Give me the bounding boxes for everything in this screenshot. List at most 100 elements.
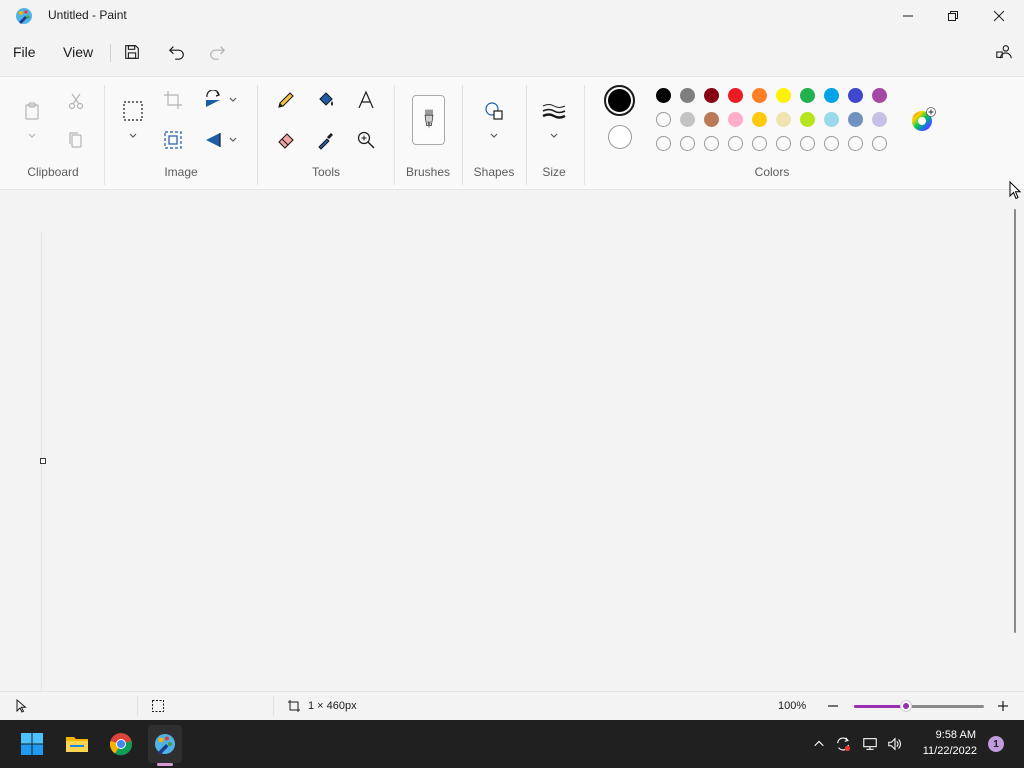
- canvas-area[interactable]: [0, 181, 1024, 691]
- color-swatch[interactable]: [704, 112, 719, 127]
- custom-color-slot[interactable]: [872, 136, 887, 151]
- color-swatch[interactable]: [872, 88, 887, 103]
- color-swatch[interactable]: [728, 112, 743, 127]
- undo-button[interactable]: [167, 42, 187, 62]
- save-icon: [125, 45, 139, 59]
- color-swatch[interactable]: [848, 112, 863, 127]
- custom-color-slot[interactable]: [728, 136, 743, 151]
- show-hidden-icons-button[interactable]: [810, 735, 828, 753]
- custom-color-slot[interactable]: [776, 136, 791, 151]
- redo-icon: [210, 46, 226, 60]
- view-menu[interactable]: View: [63, 44, 93, 60]
- custom-color-slot[interactable]: [848, 136, 863, 151]
- color-swatch[interactable]: [824, 112, 839, 127]
- notification-badge[interactable]: 1: [988, 736, 1004, 752]
- file-explorer-taskbar-button[interactable]: [63, 730, 91, 758]
- custom-color-slot[interactable]: [800, 136, 815, 151]
- account-button[interactable]: [994, 42, 1014, 62]
- custom-color-slot[interactable]: [704, 136, 719, 151]
- color-swatch[interactable]: [800, 88, 815, 103]
- flip-chevron-icon[interactable]: [228, 135, 238, 145]
- ribbon-separator: [257, 85, 258, 185]
- selection-size-icon: [152, 700, 164, 712]
- undo-icon: [168, 46, 184, 60]
- paste-button[interactable]: [18, 97, 46, 125]
- crop-button[interactable]: [159, 86, 187, 114]
- color-swatch[interactable]: [680, 112, 695, 127]
- redo-button[interactable]: [207, 42, 227, 62]
- custom-color-slot[interactable]: [656, 136, 671, 151]
- canvas-resize-handle[interactable]: [40, 458, 46, 464]
- start-button[interactable]: [18, 730, 46, 758]
- flip-button[interactable]: [199, 126, 227, 154]
- cut-button[interactable]: [62, 87, 90, 115]
- minimize-button[interactable]: [885, 0, 931, 32]
- text-tool[interactable]: [352, 86, 380, 114]
- size-chevron-icon[interactable]: [549, 131, 559, 141]
- zoom-slider-thumb[interactable]: [900, 700, 912, 712]
- color-swatch[interactable]: [656, 88, 671, 103]
- paste-chevron-icon[interactable]: [27, 131, 37, 141]
- color-swatch[interactable]: [680, 88, 695, 103]
- account-icon: [996, 45, 1012, 59]
- ribbon: Clipboard Image Tools Brushes Shapes Siz…: [0, 76, 1024, 190]
- pencil-tool[interactable]: [272, 86, 300, 114]
- active-app-indicator: [157, 763, 173, 766]
- size-button[interactable]: [540, 97, 568, 125]
- chrome-taskbar-button[interactable]: [107, 730, 135, 758]
- color-swatch[interactable]: [728, 88, 743, 103]
- color-swatch[interactable]: [752, 88, 767, 103]
- vertical-scrollbar[interactable]: [1014, 209, 1016, 633]
- color-swatch[interactable]: [752, 112, 767, 127]
- color-picker-tool[interactable]: [312, 126, 340, 154]
- close-button[interactable]: [976, 0, 1022, 32]
- shapes-chevron-icon[interactable]: [489, 131, 499, 141]
- color-swatch[interactable]: [800, 112, 815, 127]
- zoom-out-icon[interactable]: [827, 700, 839, 712]
- eraser-tool[interactable]: [272, 126, 300, 154]
- select-chevron-icon[interactable]: [128, 131, 138, 141]
- edit-colors-button[interactable]: [910, 107, 936, 133]
- clipboard-group-label: Clipboard: [27, 165, 79, 179]
- color-swatch[interactable]: [872, 112, 887, 127]
- clock-date[interactable]: 11/22/2022: [923, 745, 977, 757]
- custom-color-slot[interactable]: [752, 136, 767, 151]
- network-button[interactable]: [861, 735, 879, 753]
- primary-color-swatch[interactable]: [604, 85, 635, 116]
- brushes-button[interactable]: [412, 95, 445, 145]
- color-swatch[interactable]: [824, 88, 839, 103]
- color-swatch[interactable]: [704, 88, 719, 103]
- network-icon: [863, 738, 877, 750]
- rotate-chevron-icon[interactable]: [228, 95, 238, 105]
- color-swatch[interactable]: [776, 112, 791, 127]
- sync-status-button[interactable]: [834, 735, 852, 753]
- shapes-button[interactable]: [480, 97, 508, 125]
- resize-button[interactable]: [159, 126, 187, 154]
- magnifier-tool[interactable]: [352, 126, 380, 154]
- zoom-in-icon[interactable]: [997, 700, 1009, 712]
- color-swatch[interactable]: [776, 88, 791, 103]
- color-swatch[interactable]: [848, 88, 863, 103]
- text-icon: [358, 90, 374, 109]
- volume-button[interactable]: [886, 735, 904, 753]
- speaker-icon: [888, 737, 901, 751]
- custom-color-slot[interactable]: [824, 136, 839, 151]
- chrome-icon: [109, 733, 133, 756]
- folder-icon: [66, 737, 88, 752]
- clock-time[interactable]: 9:58 AM: [936, 729, 976, 741]
- select-button[interactable]: [119, 97, 147, 125]
- rotate-button[interactable]: [199, 86, 227, 114]
- tools-group-label: Tools: [311, 165, 340, 179]
- custom-color-slot[interactable]: [680, 136, 695, 151]
- paint-app-icon: [15, 7, 33, 25]
- custom-color-slot[interactable]: [656, 112, 671, 127]
- save-button[interactable]: [122, 42, 142, 62]
- restore-button[interactable]: [930, 0, 976, 32]
- paint-taskbar-button[interactable]: [148, 725, 182, 763]
- secondary-color-swatch[interactable]: [608, 125, 632, 149]
- file-menu[interactable]: File: [13, 44, 36, 60]
- zoom-level-text[interactable]: 100%: [778, 700, 806, 712]
- brush-icon: [424, 109, 433, 129]
- fill-tool[interactable]: [312, 86, 340, 114]
- copy-button[interactable]: [62, 126, 90, 154]
